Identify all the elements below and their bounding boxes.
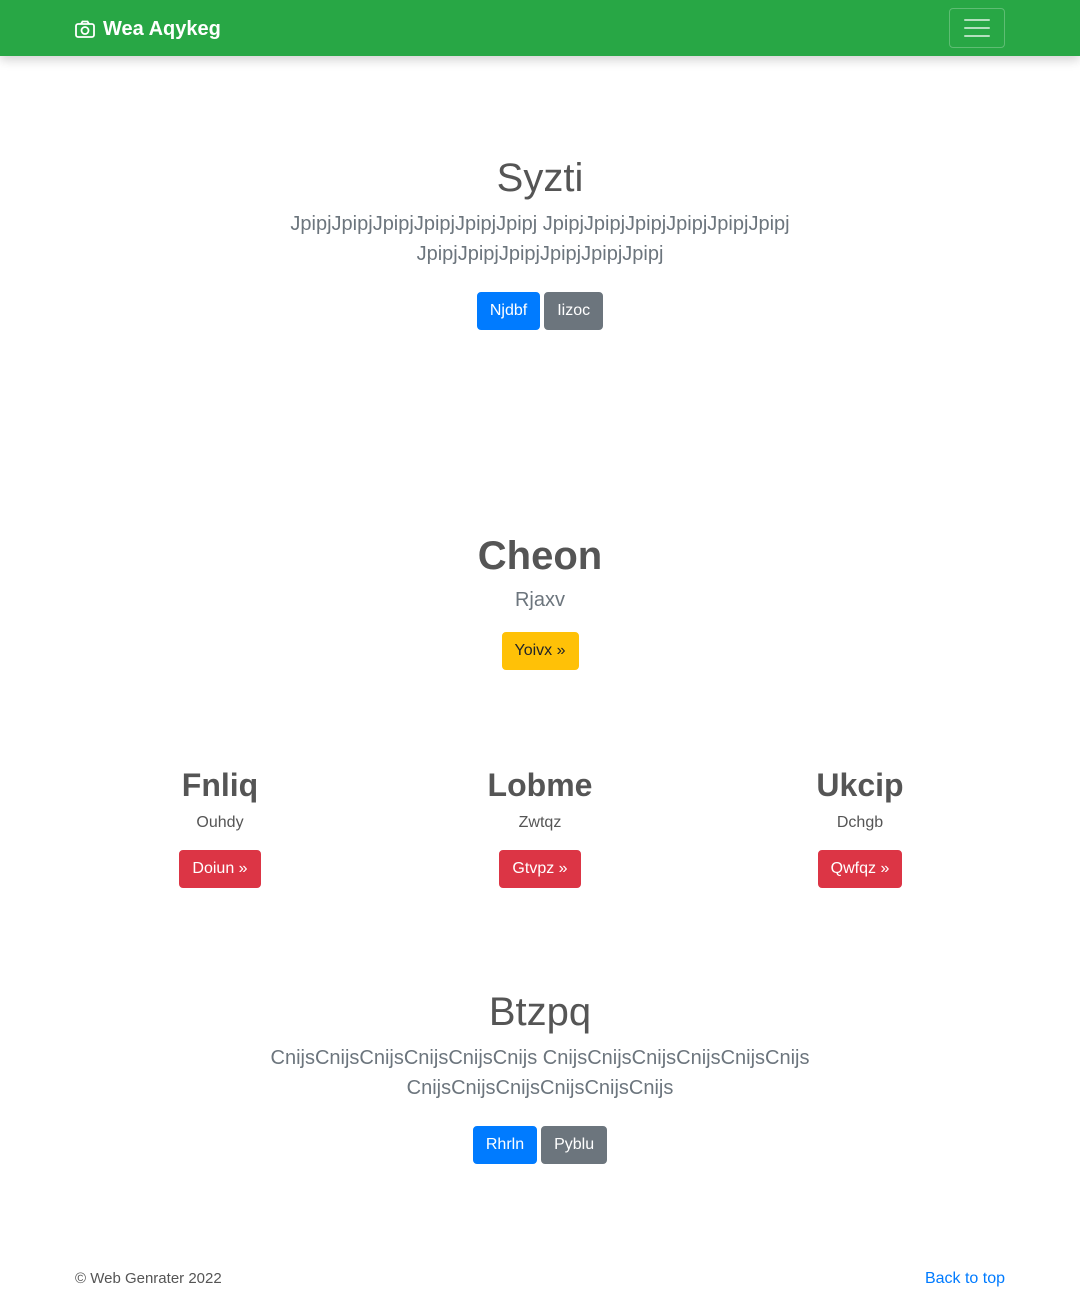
navbar: Wea Aqykeg [0, 0, 1080, 56]
column-button[interactable]: Qwfqz » [817, 850, 903, 889]
hero2-title: Btzpq [488, 990, 592, 1034]
column-card: Ukcip Dchgb Qwfqz » [710, 766, 1010, 889]
column-button[interactable]: Doiun » [179, 850, 261, 889]
column-button[interactable]: Gtvpz » [499, 850, 581, 889]
hero1-button-group: Njdbf Iizoc [0, 292, 1080, 330]
back-to-top-link[interactable]: Back to top [925, 1270, 1005, 1288]
hero1-title: Syzti [496, 156, 584, 200]
brand-link[interactable]: Wea Aqykeg [75, 16, 221, 42]
hero2-secondary-button[interactable]: Pyblu [541, 1126, 608, 1164]
navbar-toggler-button[interactable] [949, 8, 1005, 48]
column-subtitle: Zwtqz [518, 814, 562, 832]
column-subtitle: Dchgb [836, 814, 884, 832]
feature-subtitle: Rjaxv [514, 589, 565, 611]
column-title: Fnliq [181, 767, 259, 803]
hero1-primary-button[interactable]: Njdbf [476, 292, 541, 330]
hero2-text-line-1: CnijsCnijsCnijsCnijsCnijsCnijs CnijsCnij… [270, 1047, 810, 1069]
hero1-secondary-button[interactable]: Iizoc [544, 292, 604, 330]
hero1-text-line-2: JpipjJpipjJpipjJpipjJpipjJpipj [416, 243, 664, 265]
hamburger-menu-icon [964, 19, 990, 21]
column-card: Fnliq Ouhdy Doiun » [70, 766, 370, 889]
feature-title: Cheon [477, 534, 603, 578]
brand-name: Wea Aqykeg [103, 17, 221, 40]
hero1-text-line-1: JpipjJpipjJpipjJpipjJpipjJpipj JpipjJpip… [290, 213, 790, 235]
hero2-button-group: Rhrln Pyblu [0, 1126, 1080, 1164]
hero2-text-line-2: CnijsCnijsCnijsCnijsCnijsCnijs [406, 1077, 674, 1099]
column-title: Ukcip [816, 767, 904, 803]
hero2-primary-button[interactable]: Rhrln [472, 1126, 538, 1164]
column-card: Lobme Zwtqz Gtvpz » [390, 766, 690, 889]
footer-copyright: © Web Genrater 2022 [75, 1270, 222, 1287]
camera-icon [75, 20, 95, 38]
column-title: Lobme [487, 767, 593, 803]
feature-button[interactable]: Yoivx » [501, 632, 579, 670]
column-subtitle: Ouhdy [196, 814, 244, 832]
